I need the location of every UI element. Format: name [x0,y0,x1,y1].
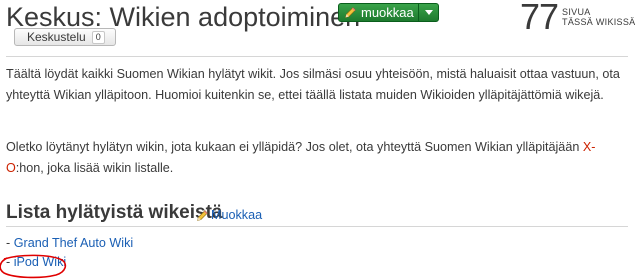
edit-button[interactable]: muokkaa [339,4,418,21]
contact-paragraph: Oletko löytänyt hylätyn wikin, jota kuka… [6,137,632,179]
header-divider [6,56,628,57]
page-count-label-line1: SIVUA [562,7,591,17]
wiki-link[interactable]: Grand Thef Auto Wiki [14,236,133,250]
pencil-icon [345,7,356,18]
list-item: - Grand Thef Auto Wiki [6,234,133,253]
edit-button-group: muokkaa [338,3,439,22]
page-count-number: 77 [520,0,559,37]
page-count-label: SIVUA TÄSSÄ WIKISSÄ [562,7,635,27]
edit-dropdown-button[interactable] [418,4,438,21]
wiki-list: - Grand Thef Auto Wiki - iPod Wiki [6,234,133,272]
talk-button[interactable]: Keskustelu 0 [14,28,116,46]
wiki-link[interactable]: iPod Wiki [14,255,66,269]
page-count-label-line2: TÄSSÄ WIKISSÄ [562,17,636,27]
contact-text-after: :hon, joka lisää wikin listalle. [15,161,174,175]
list-item-prefix: - [6,255,14,269]
section-divider [6,226,628,227]
edit-button-label: muokkaa [361,5,414,20]
page-counter: 77 SIVUA TÄSSÄ WIKISSÄ [520,0,635,37]
contact-text-before: Oletko löytänyt hylätyn wikin, jota kuka… [6,140,583,154]
chevron-down-icon [424,10,433,15]
section-edit-link[interactable]: Muokkaa [196,208,262,222]
section-edit-label: Muokkaa [211,208,263,222]
list-item-prefix: - [6,236,14,250]
list-item: - iPod Wiki [6,253,133,272]
section-title: Lista hylätyistä wikeistä [6,202,223,223]
intro-paragraph: Täältä löydät kaikki Suomen Wikian hylät… [6,67,620,102]
talk-count-badge: 0 [91,30,105,44]
pencil-icon [197,209,208,221]
talk-button-label: Keskustelu [27,30,86,44]
